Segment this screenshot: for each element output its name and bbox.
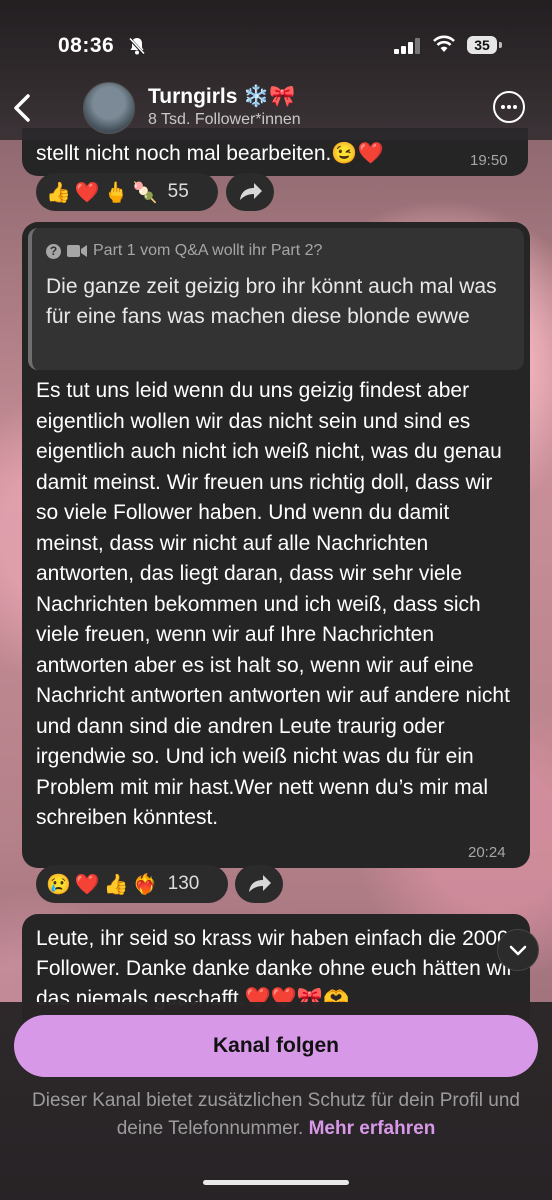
reaction-emoji[interactable]: 👍 bbox=[46, 180, 71, 205]
forward-button[interactable] bbox=[226, 173, 274, 211]
ellipsis-dot bbox=[507, 105, 511, 109]
message-text: Es tut uns leid wenn du uns geizig finde… bbox=[36, 379, 510, 829]
reaction-emoji[interactable]: 😢 bbox=[46, 872, 71, 897]
status-time: 08:36 bbox=[58, 34, 115, 57]
follow-channel-button[interactable]: Kanal folgen bbox=[14, 1015, 538, 1077]
reaction-emoji[interactable]: 👍 bbox=[104, 872, 129, 897]
channel-avatar[interactable] bbox=[83, 82, 135, 134]
message-time: 20:24 bbox=[468, 844, 506, 861]
question-circle-icon: ? bbox=[46, 243, 61, 259]
reaction-count: 55 bbox=[167, 181, 189, 202]
forward-arrow-icon bbox=[249, 875, 271, 892]
ellipsis-dot bbox=[513, 105, 517, 109]
quote-title: Part 1 vom Q&A wollt ihr Part 2? bbox=[93, 242, 323, 259]
reaction-emoji[interactable]: 🖕 bbox=[104, 180, 129, 205]
message-text: Leute, ihr seid so krass wir haben einfa… bbox=[36, 927, 514, 1010]
reaction-emoji[interactable]: ❤️ bbox=[75, 872, 100, 897]
forward-arrow-icon bbox=[240, 183, 262, 200]
reaction-bar[interactable]: 😢 ❤️ 👍 ❤️‍🔥 130 bbox=[36, 865, 228, 903]
ellipsis-icon bbox=[501, 105, 505, 109]
privacy-note-text: Dieser Kanal bietet zusätzlichen Schutz … bbox=[32, 1090, 520, 1139]
message-bubble[interactable]: ? Part 1 vom Q&A wollt ihr Part 2? Die g… bbox=[22, 222, 530, 868]
wifi-icon bbox=[433, 35, 455, 52]
quote-header: ? Part 1 vom Q&A wollt ihr Part 2? bbox=[46, 242, 322, 260]
more-options-button[interactable] bbox=[493, 91, 525, 123]
chat-header: 08:36 35 Turngirls ❄️🎀 8 Tsd. Follower*i… bbox=[0, 0, 552, 140]
video-camera-icon bbox=[67, 245, 87, 257]
status-bar: 08:36 35 bbox=[0, 34, 552, 58]
scroll-to-bottom-button[interactable] bbox=[497, 929, 539, 971]
bell-slash-icon bbox=[128, 37, 146, 56]
reaction-emoji[interactable]: ❤️ bbox=[75, 180, 100, 205]
follower-count: 8 Tsd. Follower*innen bbox=[148, 111, 301, 128]
chevron-down-icon bbox=[509, 945, 527, 956]
home-indicator[interactable] bbox=[203, 1180, 349, 1185]
reaction-emoji[interactable]: 🍡 bbox=[133, 180, 158, 205]
cellular-signal-icon bbox=[394, 38, 420, 54]
forward-button[interactable] bbox=[235, 865, 283, 903]
quote-text: Die ganze zeit geizig bro ihr könnt auch… bbox=[46, 275, 497, 328]
reaction-count: 130 bbox=[167, 873, 200, 894]
learn-more-link[interactable]: Mehr erfahren bbox=[309, 1118, 436, 1139]
privacy-note: Dieser Kanal bietet zusätzlichen Schutz … bbox=[30, 1087, 522, 1143]
chevron-left-icon[interactable] bbox=[8, 90, 38, 126]
battery-indicator: 35 bbox=[467, 36, 502, 54]
quoted-reply[interactable]: ? Part 1 vom Q&A wollt ihr Part 2? Die g… bbox=[28, 228, 524, 370]
reaction-emoji[interactable]: ❤️‍🔥 bbox=[133, 872, 158, 897]
reaction-bar[interactable]: 👍 ❤️ 🖕 🍡 55 bbox=[36, 173, 218, 211]
message-text: stellt nicht noch mal bearbeiten.😉❤️ bbox=[36, 142, 384, 165]
channel-name[interactable]: Turngirls ❄️🎀 bbox=[148, 85, 296, 109]
message-time: 19:50 bbox=[470, 152, 508, 169]
